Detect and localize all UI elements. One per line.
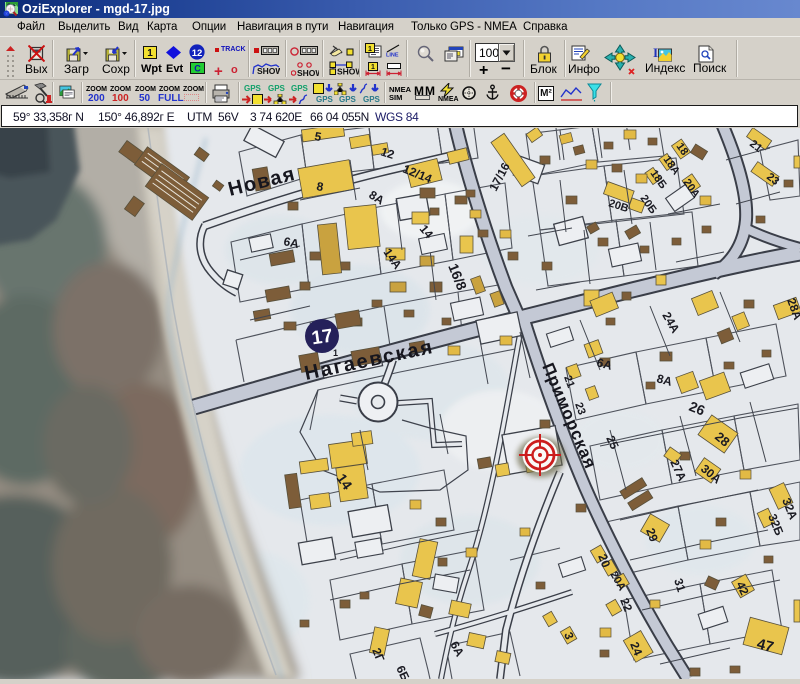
svg-text:1: 1 bbox=[368, 44, 372, 53]
svg-text:12: 12 bbox=[192, 48, 203, 59]
svg-text:17: 17 bbox=[310, 326, 334, 350]
svg-text:SHOW: SHOW bbox=[337, 67, 359, 76]
svg-text:SHOW: SHOW bbox=[257, 66, 280, 75]
svg-text:C: C bbox=[194, 64, 201, 74]
svg-text:1: 1 bbox=[147, 48, 153, 59]
svg-text:I: I bbox=[653, 45, 658, 60]
svg-text:LINE: LINE bbox=[386, 53, 399, 58]
svg-text:1: 1 bbox=[333, 348, 338, 358]
svg-text:1: 1 bbox=[371, 64, 375, 71]
svg-text:SHOW: SHOW bbox=[297, 68, 319, 76]
